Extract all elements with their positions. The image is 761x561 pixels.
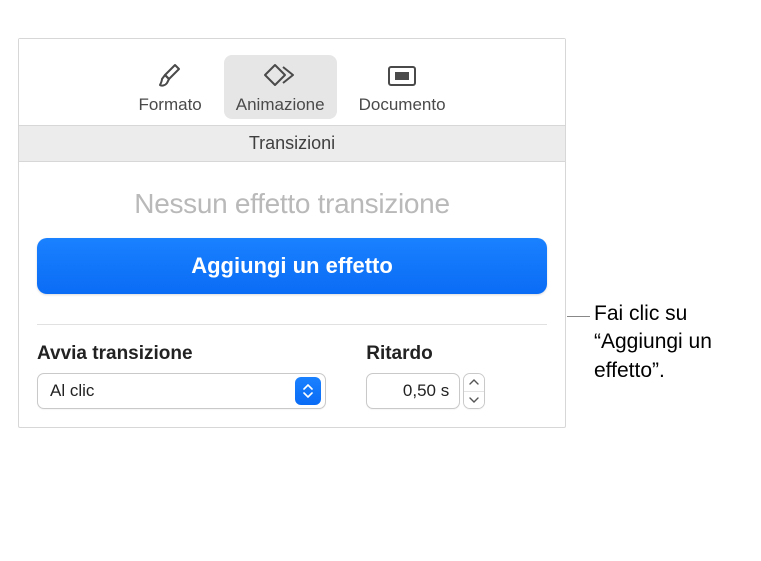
delay-step-up-button[interactable] bbox=[464, 374, 484, 392]
toolbar-tab-format-label: Formato bbox=[138, 95, 201, 115]
callout-leader-line bbox=[567, 316, 590, 317]
delay-label: Ritardo bbox=[366, 343, 547, 365]
delay-input[interactable]: 0,50 s bbox=[366, 373, 460, 409]
toolbar-tab-format[interactable]: Formato bbox=[126, 55, 213, 119]
toolbar-tab-document[interactable]: Documento bbox=[347, 55, 458, 119]
callout-text: Fai clic su “Aggiungi un effetto”. bbox=[594, 300, 754, 385]
controls-row: Avvia transizione Al clic Ritardo 0,50 s bbox=[37, 343, 547, 409]
delay-step-down-button[interactable] bbox=[464, 392, 484, 409]
add-effect-button[interactable]: Aggiungi un effetto bbox=[37, 238, 547, 294]
delay-stepper-buttons bbox=[463, 373, 485, 409]
delay-group: Ritardo 0,50 s bbox=[366, 343, 547, 409]
chevron-down-icon bbox=[469, 397, 479, 403]
start-transition-label: Avvia transizione bbox=[37, 343, 326, 365]
select-updown-icon bbox=[295, 377, 321, 405]
toolbar: Formato Animazione Documento bbox=[19, 39, 565, 125]
toolbar-tab-animation[interactable]: Animazione bbox=[224, 55, 337, 119]
delay-stepper: 0,50 s bbox=[366, 373, 547, 409]
divider bbox=[37, 324, 547, 325]
start-transition-value: Al clic bbox=[38, 381, 295, 401]
section-header-transitions: Transizioni bbox=[19, 125, 565, 162]
brush-icon bbox=[155, 59, 185, 93]
diamond-icon bbox=[261, 59, 299, 93]
toolbar-tab-animation-label: Animazione bbox=[236, 95, 325, 115]
document-icon bbox=[385, 59, 419, 93]
panel-body: Nessun effetto transizione Aggiungi un e… bbox=[19, 162, 565, 427]
start-transition-group: Avvia transizione Al clic bbox=[37, 343, 326, 409]
start-transition-select[interactable]: Al clic bbox=[37, 373, 326, 409]
delay-value: 0,50 s bbox=[403, 381, 449, 401]
inspector-panel: Formato Animazione Documento Transizioni bbox=[18, 38, 566, 428]
no-transition-effect-text: Nessun effetto transizione bbox=[37, 188, 547, 220]
toolbar-tab-document-label: Documento bbox=[359, 95, 446, 115]
chevron-up-icon bbox=[469, 379, 479, 385]
